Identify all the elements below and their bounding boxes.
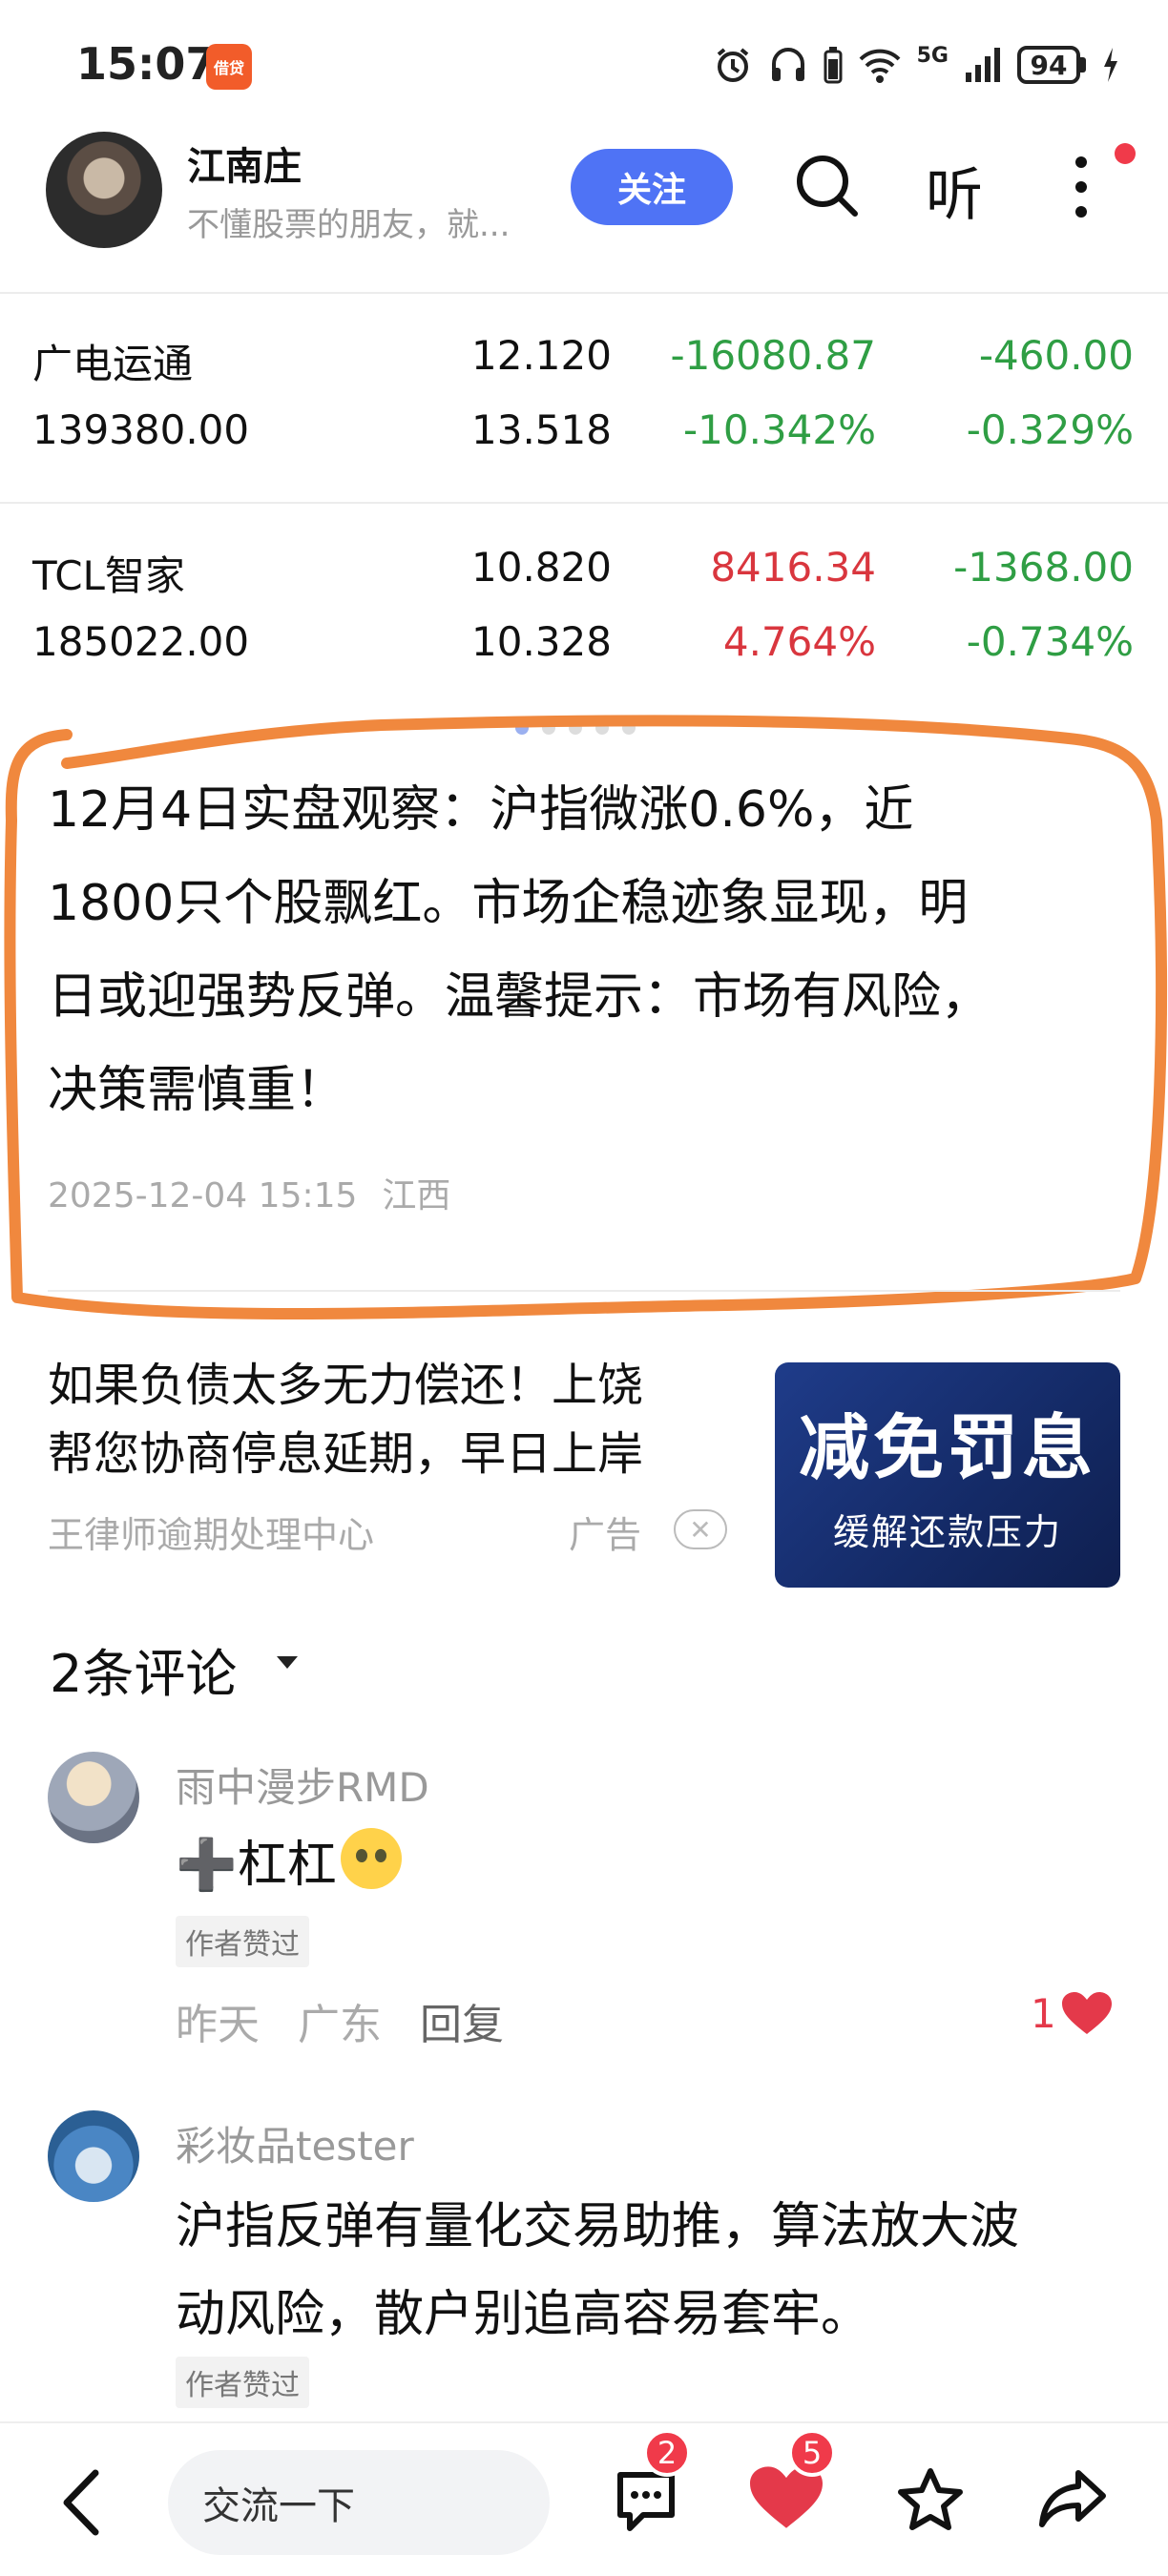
stock-divider: [0, 502, 1168, 504]
stock-pnl: -16080.87: [670, 332, 876, 379]
ad-image-subtitle: 缓解还款压力: [832, 1511, 1062, 1553]
battery-icon: 94: [1017, 46, 1086, 84]
carousel-indicator: [515, 721, 636, 735]
commenter-avatar[interactable]: [48, 1752, 139, 1843]
comment-line: 沪指反弹有量化交易助推，算法放大波: [176, 2198, 1020, 2255]
stock-row[interactable]: 广电运通 139380.00 12.120 13.518 -16080.87 -…: [0, 296, 1168, 496]
bottom-action-bar: 交流一下 2 5: [0, 2421, 1168, 2576]
stock-pnl: 8416.34: [710, 544, 876, 591]
stock-cost: 10.328: [471, 618, 612, 665]
ad-close-icon[interactable]: ✕: [674, 1509, 727, 1549]
author-avatar[interactable]: [46, 132, 162, 248]
post-meta: 2025-12-04 15:15 江西: [48, 1168, 450, 1217]
network-type: 5G: [916, 43, 949, 68]
post-datetime: 2025-12-04 15:15: [48, 1176, 358, 1215]
author-name[interactable]: 江南庄: [187, 135, 302, 191]
stock-shares: 185022.00: [32, 618, 250, 665]
comment-line: 动风险，散户别追高容易套牢。: [176, 2286, 871, 2343]
screen: { "status_bar": { "time": "15:07", "app_…: [0, 0, 1168, 2576]
star-icon[interactable]: [895, 2465, 966, 2536]
comment-text: ➕杠杠: [176, 1824, 402, 1896]
like-count-badge: 5: [788, 2429, 836, 2477]
ad-line: 如果负债太多无力偿还！上饶: [48, 1359, 644, 1412]
ad-image-title: 减免罚息: [799, 1407, 1096, 1489]
comment-like-button[interactable]: 1: [1031, 1990, 1112, 2037]
stock-row[interactable]: TCL智家 185022.00 10.820 10.328 8416.34 4.…: [0, 508, 1168, 708]
status-icons: 5G 94: [713, 38, 1120, 92]
author-liked-badge: 作者赞过: [176, 1916, 309, 1967]
stock-price: 10.820: [471, 544, 612, 591]
comment-time: 昨天: [176, 2001, 260, 2049]
status-time: 15:07: [76, 38, 217, 90]
post-line: 1800只个股飘红。市场企稳迹象显现，明: [48, 875, 969, 932]
heart-icon: [1061, 1991, 1112, 2034]
post-line: 决策需慎重！: [48, 1062, 346, 1119]
stock-shares: 139380.00: [32, 406, 250, 453]
post-body: 12月4日实盘观察：沪指微涨0.6%，近 1800只个股飘红。市场企稳迹象显现，…: [48, 763, 1136, 1137]
stock-day-pct: -0.329%: [966, 406, 1134, 453]
comment-text: 沪指反弹有量化交易助推，算法放大波 动风险，散户别追高容易套牢。: [176, 2183, 1019, 2358]
status-bar: 15:07 借贷 5G 94: [0, 0, 1168, 124]
battery-level: 94: [1017, 46, 1080, 84]
stock-day-pnl: -460.00: [978, 332, 1134, 379]
stock-name: 广电运通: [32, 341, 194, 387]
ad-image[interactable]: 减免罚息 缓解还款压力: [775, 1362, 1120, 1588]
comment-like-count: 1: [1031, 1990, 1056, 2037]
wifi-icon: [859, 49, 901, 83]
ad-text[interactable]: 如果负债太多无力偿还！上饶 帮您协商停息延期，早日上岸: [48, 1351, 763, 1488]
app-notification-icon: 借贷: [206, 44, 252, 90]
comment-location: 广东: [298, 2001, 382, 2049]
headphones-icon: [771, 48, 804, 81]
notification-dot: [1115, 143, 1136, 164]
post-header: 江南庄 不懂股票的朋友，就... 关注 听: [0, 124, 1168, 286]
stock-day-pnl: -1368.00: [953, 544, 1134, 591]
small-battery-icon: [824, 47, 843, 84]
charging-icon: [1104, 48, 1117, 82]
ad-line: 帮您协商停息延期，早日上岸: [48, 1427, 644, 1481]
comments-title[interactable]: 2条评论: [50, 1631, 237, 1707]
stock-price: 12.120: [471, 332, 612, 379]
commenter-avatar[interactable]: [48, 2110, 139, 2202]
more-options-icon[interactable]: [1067, 153, 1095, 221]
stock-name: TCL智家: [32, 552, 185, 599]
comment-meta: 昨天 广东 回复: [176, 1990, 504, 2051]
stock-cost: 13.518: [471, 406, 612, 453]
comment-input[interactable]: 交流一下: [168, 2450, 550, 2555]
reply-button[interactable]: 回复: [420, 2001, 504, 2049]
alarm-icon: [717, 48, 748, 82]
follow-button[interactable]: 关注: [571, 149, 733, 225]
comment-text-content: ➕杠杠: [176, 1837, 337, 1894]
listen-button[interactable]: 听: [926, 149, 983, 232]
commenter-name[interactable]: 雨中漫步RMD: [176, 1755, 429, 1814]
header-divider: [0, 292, 1168, 294]
share-icon[interactable]: [1036, 2465, 1109, 2532]
thinking-emoji-icon: [340, 1828, 402, 1889]
post-location: 江西: [382, 1176, 451, 1215]
ad-label: 广告: [569, 1514, 642, 1556]
sort-dropdown-icon[interactable]: [277, 1656, 298, 1669]
stock-pnl-pct: -10.342%: [682, 406, 876, 453]
commenter-name[interactable]: 彩妆品tester: [176, 2114, 414, 2172]
stock-pnl-pct: 4.764%: [722, 618, 876, 665]
back-arrow-icon[interactable]: [57, 2467, 105, 2538]
ad-source: 王律师逾期处理中心: [48, 1514, 375, 1556]
post-divider: [48, 1290, 1120, 1292]
stock-day-pct: -0.734%: [966, 618, 1134, 665]
author-bio: 不懂股票的朋友，就...: [187, 206, 511, 244]
post-line: 12月4日实盘观察：沪指微涨0.6%，近: [48, 781, 914, 839]
post-line: 日或迎强势反弹。温馨提示：市场有风险，: [48, 968, 991, 1026]
comment-count-badge: 2: [643, 2429, 691, 2477]
signal-icon: [966, 48, 1000, 82]
search-icon[interactable]: [794, 153, 861, 219]
author-liked-badge: 作者赞过: [176, 2357, 309, 2408]
